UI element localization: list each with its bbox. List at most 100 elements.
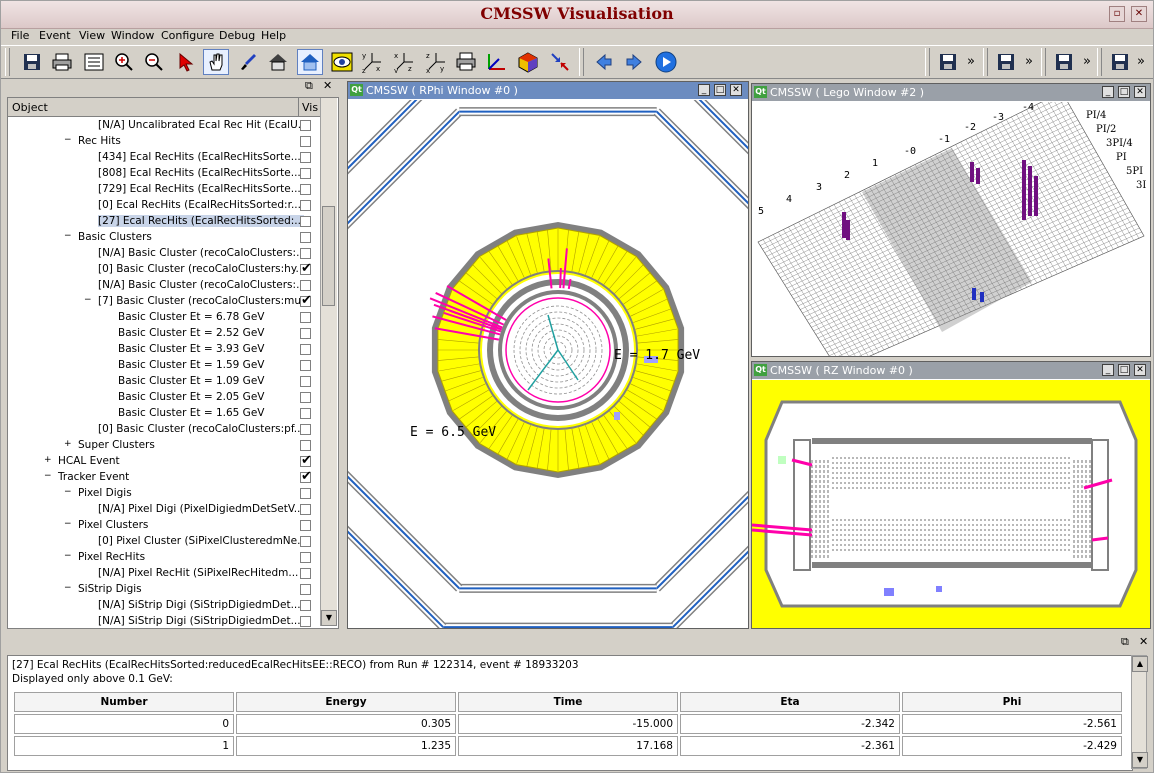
tree-row[interactable]: + HCAL Event	[8, 453, 320, 470]
tree-row[interactable]: [N/A] Uncalibrated Ecal Rec Hit (EcalU..…	[8, 118, 320, 134]
table-row[interactable]: 1 1.235 17.168 -2.361 -2.429	[14, 736, 1122, 756]
table-row[interactable]: 0 0.305 -15.000 -2.342 -2.561	[14, 714, 1122, 734]
visibility-checkbox[interactable]	[300, 584, 311, 595]
visibility-checkbox[interactable]	[300, 293, 312, 308]
close-dock-icon[interactable]: ✕	[323, 79, 332, 92]
tree-row[interactable]: Basic Cluster Et = 2.52 GeV	[8, 326, 320, 342]
cube-icon[interactable]	[515, 49, 541, 75]
expand-toggle-icon[interactable]: −	[64, 231, 72, 241]
visibility-checkbox[interactable]	[300, 536, 311, 547]
close-window-button[interactable]: ✕	[1131, 6, 1147, 22]
zoom-in-icon[interactable]	[111, 49, 137, 75]
tree-row[interactable]: − Pixel RecHits	[8, 550, 320, 566]
rphi-view-canvas[interactable]	[348, 100, 748, 628]
tree-row[interactable]: Basic Cluster Et = 1.59 GeV	[8, 358, 320, 374]
tree-row[interactable]: [729] Ecal RecHits (EcalRecHitsSorte...	[8, 182, 320, 198]
tree-row[interactable]: [0] Basic Cluster (recoCaloClusters:pf..…	[8, 422, 320, 438]
header-time[interactable]: Time	[458, 692, 678, 712]
visibility-checkbox[interactable]	[300, 440, 311, 451]
expand-toggle-icon[interactable]: −	[84, 295, 92, 305]
visibility-checkbox[interactable]	[300, 216, 311, 227]
expand-toggle-icon[interactable]: −	[64, 487, 72, 497]
expand-toggle-icon[interactable]: −	[64, 135, 72, 145]
tree-row[interactable]: [N/A] Basic Cluster (recoCaloClusters:..…	[8, 278, 320, 294]
menu-file[interactable]: File	[11, 29, 29, 42]
toolbar-grip-5[interactable]	[1041, 48, 1046, 76]
column-object[interactable]: Object	[12, 101, 48, 114]
save-icon-3[interactable]	[993, 49, 1019, 75]
back-icon[interactable]	[591, 49, 617, 75]
menu-window[interactable]: Window	[111, 29, 154, 42]
select-all-icon[interactable]	[81, 49, 107, 75]
visibility-checkbox[interactable]	[300, 504, 311, 515]
tree-scroll-thumb[interactable]	[322, 206, 335, 306]
tree-row[interactable]: [27] Ecal RecHits (EcalRecHitsSorted:...	[8, 214, 320, 230]
header-energy[interactable]: Energy	[236, 692, 456, 712]
view-xyz-icon[interactable]: y x z	[359, 49, 385, 75]
view-zyx-icon[interactable]: z y x	[423, 49, 449, 75]
scroll-down-arrow[interactable]: ▼	[321, 610, 337, 626]
hand-icon[interactable]	[203, 49, 229, 75]
tree-row[interactable]: − Rec Hits	[8, 134, 320, 150]
tree-row[interactable]: − Tracker Event	[8, 469, 320, 486]
eye-icon[interactable]	[329, 49, 355, 75]
visibility-checkbox[interactable]	[300, 453, 312, 468]
home-icon[interactable]	[265, 49, 291, 75]
float-dock-icon[interactable]: ⧉	[305, 79, 313, 93]
expand-toggle-icon[interactable]: +	[44, 455, 52, 465]
tree-row[interactable]: [0] Basic Cluster (recoCaloClusters:hy..…	[8, 261, 320, 278]
lego-view-canvas[interactable]: -4 -3 -2 -1 -0 1 2 3 4 5 PI/4 PI/2 3PI/4 PI 5PI 3I	[752, 102, 1150, 356]
rz-maximize-button[interactable]: □	[1118, 364, 1130, 376]
visibility-checkbox[interactable]	[300, 408, 311, 419]
visibility-checkbox[interactable]	[300, 312, 311, 323]
visibility-checkbox[interactable]	[300, 261, 312, 276]
visibility-checkbox[interactable]	[300, 600, 311, 611]
tree-row[interactable]: [0] Pixel Cluster (SiPixelClusteredmNe..…	[8, 534, 320, 550]
tree-row[interactable]: [808] Ecal RecHits (EcalRecHitsSorte...	[8, 166, 320, 182]
close-dock-icon[interactable]: ✕	[1139, 635, 1148, 648]
rphi-window-titlebar[interactable]: Qt CMSSW ( RPhi Window #0 ) _ □ ✕	[348, 82, 748, 99]
visibility-checkbox[interactable]	[300, 488, 311, 499]
lego-close-button[interactable]: ✕	[1134, 86, 1146, 98]
visibility-checkbox[interactable]	[300, 376, 311, 387]
rphi-maximize-button[interactable]: □	[714, 84, 726, 96]
tree-row[interactable]: − SiStrip Digis	[8, 582, 320, 598]
more-button-2[interactable]: »	[1025, 54, 1033, 69]
expand-toggle-icon[interactable]: +	[64, 439, 72, 449]
header-eta[interactable]: Eta	[680, 692, 900, 712]
rz-window-titlebar[interactable]: Qt CMSSW ( RZ Window #0 ) _ □ ✕	[752, 362, 1150, 379]
lego-window[interactable]: Qt CMSSW ( Lego Window #2 ) _ □ ✕ -4 -3 -2…	[751, 83, 1151, 357]
scroll-up-arrow[interactable]: ▲	[1132, 656, 1148, 672]
tree-row[interactable]: − Basic Clusters	[8, 230, 320, 246]
toolbar-grip-2[interactable]	[579, 48, 584, 76]
tree-row[interactable]: Basic Cluster Et = 1.65 GeV	[8, 406, 320, 422]
arrows-icon[interactable]	[547, 49, 573, 75]
tree-row[interactable]: Basic Cluster Et = 1.09 GeV	[8, 374, 320, 390]
float-dock-icon[interactable]: ⧉	[1121, 635, 1129, 649]
scroll-down-arrow[interactable]: ▼	[1132, 752, 1148, 768]
toolbar-grip[interactable]	[5, 48, 10, 76]
visibility-checkbox[interactable]	[300, 280, 311, 291]
table-scrollbar[interactable]: ▲ ▼	[1131, 655, 1148, 769]
visibility-checkbox[interactable]	[300, 392, 311, 403]
tree-row[interactable]: + Super Clusters	[8, 438, 320, 454]
more-button-4[interactable]: »	[1137, 54, 1145, 69]
rz-minimize-button[interactable]: _	[1102, 364, 1114, 376]
tree-row[interactable]: [N/A] SiStrip Digi (SiStripDigiedmDet...	[8, 598, 320, 614]
visibility-checkbox[interactable]	[300, 168, 311, 179]
visibility-checkbox[interactable]	[300, 232, 311, 243]
print-preview-icon[interactable]	[453, 49, 479, 75]
visibility-checkbox[interactable]	[300, 568, 311, 579]
visibility-checkbox[interactable]	[300, 520, 311, 531]
lego-window-titlebar[interactable]: Qt CMSSW ( Lego Window #2 ) _ □ ✕	[752, 84, 1150, 101]
menu-configure[interactable]: Configure	[161, 29, 214, 42]
tree-row[interactable]: [434] Ecal RecHits (EcalRecHitsSorte...	[8, 150, 320, 166]
zoom-out-icon[interactable]	[141, 49, 167, 75]
visibility-checkbox[interactable]	[300, 200, 311, 211]
save-icon-2[interactable]	[935, 49, 961, 75]
menu-debug[interactable]: Debug	[219, 29, 255, 42]
rphi-window[interactable]: Qt CMSSW ( RPhi Window #0 ) _ □ ✕ E = 1.…	[347, 81, 749, 629]
object-tree[interactable]: Object Vis [N/A] Uncalibrated Ecal Rec H…	[7, 97, 339, 629]
toolbar-grip-6[interactable]	[1097, 48, 1102, 76]
tree-row[interactable]: − [7] Basic Cluster (recoCaloClusters:mu.…	[8, 293, 320, 310]
